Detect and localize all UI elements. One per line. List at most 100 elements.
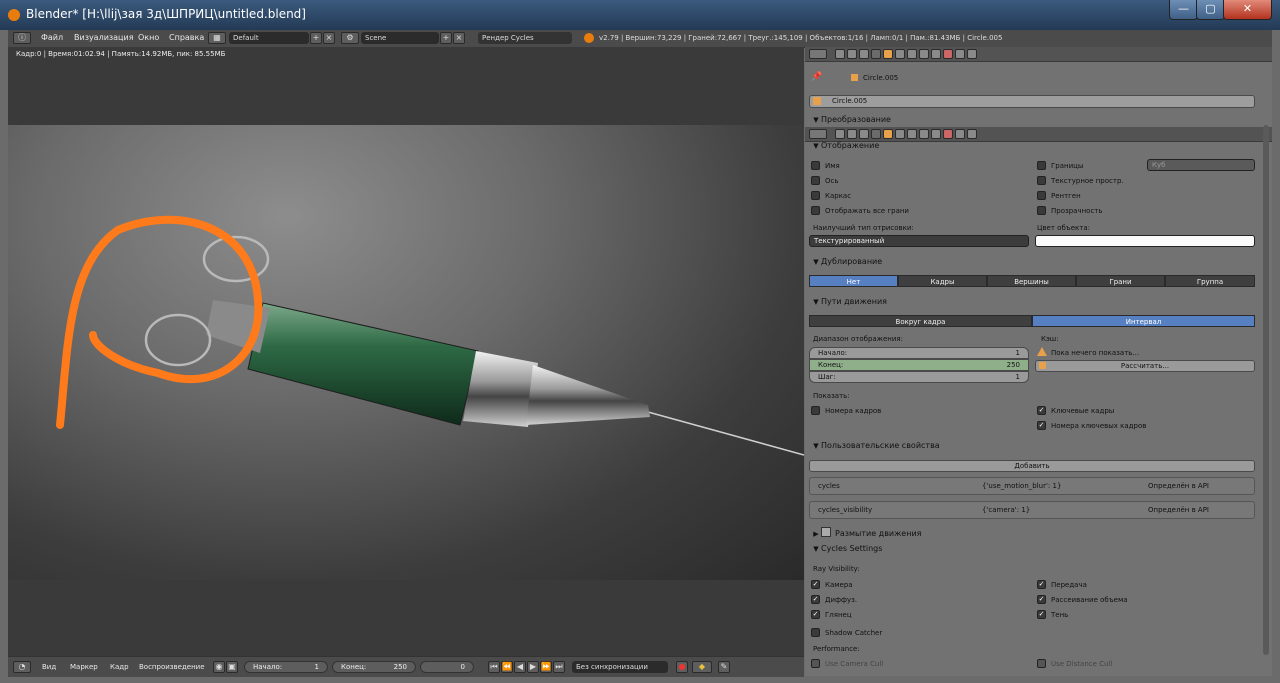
properties-scrollbar[interactable] [1263, 125, 1269, 655]
scene-remove-button[interactable]: × [453, 32, 465, 44]
dupli-none-button[interactable]: Нет [809, 275, 898, 287]
render-tab-icon[interactable] [835, 49, 845, 59]
menu-frame[interactable]: Кадр [110, 663, 129, 671]
start-frame-field[interactable]: Начало: 1 [244, 661, 328, 673]
next-key-icon[interactable]: ⏩ [540, 661, 552, 673]
ray-camera-checkbox[interactable]: ✓ [811, 580, 820, 589]
minimize-button[interactable]: — [1169, 0, 1198, 20]
distance-cull-checkbox[interactable] [1037, 659, 1046, 668]
custom-props-header[interactable]: ▼ Пользовательские свойства [811, 440, 939, 451]
layout-icon[interactable]: ▦ [208, 32, 226, 44]
physics-tab-icon[interactable] [967, 49, 977, 59]
world-tab-icon[interactable] [871, 49, 881, 59]
prev-key-icon[interactable]: ⏪ [501, 661, 513, 673]
dupli-faces-button[interactable]: Грани [1076, 275, 1165, 287]
data-tab-icon[interactable] [919, 49, 929, 59]
jump-end-icon[interactable]: ⏭ [553, 661, 565, 673]
camera-cull-checkbox[interactable] [811, 659, 820, 668]
scene-field[interactable]: Scene [361, 32, 439, 44]
scene-icon[interactable]: ⚙ [341, 32, 359, 44]
keyframe-numbers-checkbox[interactable]: ✓ [1037, 421, 1046, 430]
show-axis-checkbox[interactable] [811, 176, 820, 185]
maximize-button[interactable]: ▢ [1196, 0, 1225, 20]
pin-icon[interactable]: 📌 [811, 72, 822, 82]
keying-icon[interactable]: ◆ [692, 661, 712, 673]
modifiers-tab-icon-2[interactable] [907, 129, 917, 139]
editor-type-icon[interactable]: ⓘ [13, 32, 31, 44]
layout-add-button[interactable]: + [310, 32, 322, 44]
keyframe-insert-icon[interactable]: ✎ [718, 661, 730, 673]
properties-editor-icon-2[interactable] [809, 129, 827, 139]
frame-numbers-checkbox[interactable] [811, 406, 820, 415]
motion-blur-toggle[interactable] [821, 527, 831, 537]
scene-tab-icon-2[interactable] [859, 129, 869, 139]
physics-tab-icon-2[interactable] [967, 129, 977, 139]
show-bounds-checkbox[interactable] [1037, 161, 1046, 170]
display-header[interactable]: ▼ Отображение [811, 140, 879, 151]
ray-shadow-checkbox[interactable]: ✓ [1037, 610, 1046, 619]
keyframes-checkbox[interactable]: ✓ [1037, 406, 1046, 415]
calculate-paths-button[interactable]: Рассчитать... [1035, 360, 1255, 372]
motion-blur-header[interactable]: ▶ Размытие движения [811, 527, 921, 538]
data-tab-icon-2[interactable] [919, 129, 929, 139]
world-tab-icon-2[interactable] [871, 129, 881, 139]
in-range-button[interactable]: Интервал [1032, 315, 1255, 327]
particles-tab-icon[interactable] [955, 49, 965, 59]
jump-start-icon[interactable]: ⏮ [488, 661, 500, 673]
show-wire-checkbox[interactable] [811, 191, 820, 200]
ray-diffuse-checkbox[interactable]: ✓ [811, 595, 820, 604]
dupli-verts-button[interactable]: Вершины [987, 275, 1076, 287]
transform-header[interactable]: ▼ Преобразование [811, 114, 891, 125]
around-frame-button[interactable]: Вокруг кадра [809, 315, 1032, 327]
bounds-type-select[interactable]: Куб [1147, 159, 1255, 171]
duplication-header[interactable]: ▼ Дублирование [811, 256, 882, 267]
scene-add-button[interactable]: + [440, 32, 452, 44]
properties-editor-icon[interactable] [809, 49, 827, 59]
end-frame-field[interactable]: Конец: 250 [332, 661, 416, 673]
show-name-checkbox[interactable] [811, 161, 820, 170]
dupli-group-button[interactable]: Группа [1165, 275, 1255, 287]
layers-tab-icon[interactable] [847, 49, 857, 59]
constraints-tab-icon-2[interactable] [895, 129, 905, 139]
sync-select[interactable]: Без синхронизации [572, 661, 668, 673]
texture-tab-icon-2[interactable] [943, 129, 953, 139]
play-reverse-icon[interactable]: ◀ [514, 661, 526, 673]
max-draw-type-select[interactable]: Текстурированный [809, 235, 1029, 247]
current-frame-field[interactable]: 0 [420, 661, 474, 673]
material-tab-icon-2[interactable] [931, 129, 941, 139]
menu-playback[interactable]: Воспроизведение [139, 663, 205, 671]
show-all-edges-checkbox[interactable] [811, 206, 820, 215]
layout-field[interactable]: Default [229, 32, 309, 44]
particles-tab-icon-2[interactable] [955, 129, 965, 139]
close-button[interactable]: ✕ [1223, 0, 1272, 20]
layers-tab-icon-2[interactable] [847, 129, 857, 139]
path-end-field[interactable]: Конец: 250 [809, 359, 1029, 371]
render-tab-icon-2[interactable] [835, 129, 845, 139]
ray-transmission-checkbox[interactable]: ✓ [1037, 580, 1046, 589]
menu-marker[interactable]: Маркер [70, 663, 98, 671]
xray-checkbox[interactable] [1037, 191, 1046, 200]
cycles-settings-header[interactable]: ▼ Cycles Settings [811, 543, 882, 554]
3d-viewport[interactable]: Кадр:0 | Время:01:02.94 | Память:14.92МБ… [8, 47, 804, 656]
record-icon[interactable]: ● [676, 661, 688, 673]
menu-file[interactable]: Файл [41, 33, 63, 42]
transparency-checkbox[interactable] [1037, 206, 1046, 215]
object-tab-icon-2[interactable] [883, 129, 893, 139]
menu-help[interactable]: Справка [169, 33, 204, 42]
path-start-field[interactable]: Начало: 1 [809, 347, 1029, 359]
motion-paths-header[interactable]: ▼ Пути движения [811, 296, 887, 307]
ray-glossy-checkbox[interactable]: ✓ [811, 610, 820, 619]
menu-view[interactable]: Вид [42, 663, 56, 671]
texture-space-checkbox[interactable] [1037, 176, 1046, 185]
custom-prop-row[interactable]: cycles_visibility {'camera': 1} Определё… [809, 501, 1255, 519]
lock-icon[interactable]: ▣ [226, 661, 238, 673]
scene-tab-icon[interactable] [859, 49, 869, 59]
shadow-catcher-checkbox[interactable] [811, 628, 820, 637]
preview-range-icon[interactable]: ◉ [213, 661, 225, 673]
constraints-tab-icon[interactable] [895, 49, 905, 59]
menu-render[interactable]: Визуализация [74, 33, 134, 42]
add-property-button[interactable]: Добавить [809, 460, 1255, 472]
dupli-frames-button[interactable]: Кадры [898, 275, 987, 287]
custom-prop-row[interactable]: cycles {'use_motion_blur': 1} Определён … [809, 477, 1255, 495]
ray-volume-checkbox[interactable]: ✓ [1037, 595, 1046, 604]
